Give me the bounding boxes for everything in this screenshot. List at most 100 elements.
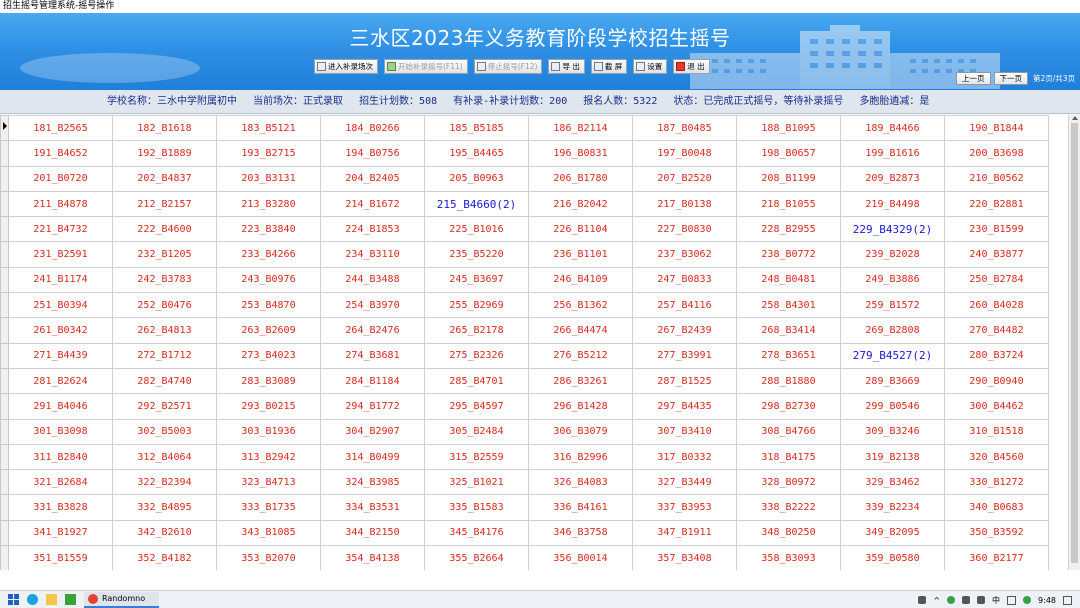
draw-result-cell[interactable]: 311_B2840	[8, 443, 113, 471]
draw-result-cell[interactable]: 242_B3783	[112, 266, 217, 294]
draw-result-cell[interactable]: 304_B2907	[320, 418, 425, 445]
draw-result-cell[interactable]: 336_B4161	[528, 494, 633, 521]
table-row[interactable]: 321_B2684 322_B2394 323_B4713 324_B3985 325_…	[0, 469, 1049, 496]
draw-result-cell[interactable]: 214_B1672	[320, 190, 425, 218]
draw-result-cell[interactable]: 345_B4176	[424, 519, 529, 547]
next-page-button[interactable]: 下一页	[993, 72, 1028, 85]
draw-result-cell[interactable]: 326_B4083	[528, 469, 633, 496]
draw-result-cell[interactable]: 356_B0014	[528, 545, 633, 570]
draw-result-cell[interactable]: 197_B0048	[632, 140, 737, 167]
draw-result-cell[interactable]: 266_B4474	[528, 317, 633, 344]
draw-result-cell[interactable]: 218_B1055	[736, 190, 841, 218]
draw-result-cell[interactable]: 182_B1618	[112, 115, 217, 142]
draw-result-cell[interactable]: 217_B0138	[632, 190, 737, 218]
draw-result-cell[interactable]: 228_B2955	[736, 216, 841, 243]
draw-result-cell[interactable]: 290_B0940	[944, 367, 1049, 395]
table-row[interactable]: 191_B4652 192_B1889 193_B2715 194_B0756 195_…	[0, 140, 1049, 167]
draw-result-cell[interactable]: 354_B4138	[320, 545, 425, 570]
draw-result-cell[interactable]: 330_B1272	[944, 469, 1049, 496]
row-selector[interactable]	[0, 342, 9, 369]
table-row[interactable]: 181_B2565 182_B1618 183_B5121 184_B0266 185_…	[0, 115, 1049, 142]
row-selector[interactable]	[0, 190, 9, 218]
table-row[interactable]: 281_B2624 282_B4740 283_B3089 284_B1184 285_…	[0, 367, 1049, 395]
draw-result-cell[interactable]: 243_B0976	[216, 266, 321, 294]
draw-result-cell[interactable]: 281_B2624	[8, 367, 113, 395]
draw-result-cell[interactable]: 278_B3651	[736, 342, 841, 369]
draw-result-cell[interactable]: 305_B2484	[424, 418, 529, 445]
draw-result-cell[interactable]: 232_B1205	[112, 241, 217, 268]
row-selector[interactable]	[0, 317, 9, 344]
draw-result-cell[interactable]: 348_B0250	[736, 519, 841, 547]
draw-result-cell[interactable]: 219_B4498	[840, 190, 945, 218]
row-selector[interactable]	[0, 241, 9, 268]
table-row[interactable]: 271_B4439 272_B1712 273_B4023 274_B3681 275_…	[0, 342, 1049, 369]
draw-result-cell[interactable]: 223_B3840	[216, 216, 321, 243]
draw-result-cell[interactable]: 309_B3246	[840, 418, 945, 445]
table-row[interactable]: 241_B1174 242_B3783 243_B0976 244_B3488 245_…	[0, 266, 1049, 294]
draw-result-cell[interactable]: 294_B1772	[320, 393, 425, 420]
row-selector[interactable]	[0, 494, 9, 521]
draw-result-cell[interactable]: 279_B4527(2)	[840, 342, 945, 369]
row-selector[interactable]	[0, 140, 9, 167]
draw-result-cell[interactable]: 212_B2157	[112, 190, 217, 218]
draw-result-cell[interactable]: 259_B1572	[840, 292, 945, 319]
draw-result-cell[interactable]: 203_B3131	[216, 165, 321, 192]
draw-result-cell[interactable]: 288_B1880	[736, 367, 841, 395]
draw-result-cell[interactable]: 331_B3828	[8, 494, 113, 521]
draw-result-cell[interactable]: 195_B4465	[424, 140, 529, 167]
draw-result-cell[interactable]: 194_B0756	[320, 140, 425, 167]
table-row[interactable]: 341_B1927 342_B2610 343_B1085 344_B2150 345_…	[0, 519, 1049, 547]
draw-result-cell[interactable]: 184_B0266	[320, 115, 425, 142]
draw-result-cell[interactable]: 295_B4597	[424, 393, 529, 420]
draw-result-cell[interactable]: 192_B1889	[112, 140, 217, 167]
draw-result-cell[interactable]: 209_B2873	[840, 165, 945, 192]
row-selector[interactable]	[0, 216, 9, 243]
draw-result-cell[interactable]: 208_B1199	[736, 165, 841, 192]
draw-result-cell[interactable]: 317_B0332	[632, 443, 737, 471]
draw-result-cell[interactable]: 333_B1735	[216, 494, 321, 521]
table-row[interactable]: 301_B3098 302_B5003 303_B1936 304_B2907 305_…	[0, 418, 1049, 445]
table-row[interactable]: 311_B2840 312_B4064 313_B2942 314_B0499 315_…	[0, 443, 1049, 471]
draw-result-cell[interactable]: 249_B3886	[840, 266, 945, 294]
draw-result-cell[interactable]: 303_B1936	[216, 418, 321, 445]
draw-result-cell[interactable]: 238_B0772	[736, 241, 841, 268]
draw-result-cell[interactable]: 224_B1853	[320, 216, 425, 243]
draw-result-cell[interactable]: 339_B2234	[840, 494, 945, 521]
draw-result-cell[interactable]: 289_B3669	[840, 367, 945, 395]
notification-icon[interactable]	[1063, 595, 1072, 605]
draw-result-cell[interactable]: 256_B1362	[528, 292, 633, 319]
draw-result-cell[interactable]: 270_B4482	[944, 317, 1049, 344]
draw-result-cell[interactable]: 237_B3062	[632, 241, 737, 268]
draw-result-cell[interactable]: 244_B3488	[320, 266, 425, 294]
draw-result-cell[interactable]: 308_B4766	[736, 418, 841, 445]
draw-result-cell[interactable]: 190_B1844	[944, 115, 1049, 142]
draw-result-cell[interactable]: 313_B2942	[216, 443, 321, 471]
draw-result-cell[interactable]: 323_B4713	[216, 469, 321, 496]
vertical-scrollbar[interactable]	[1068, 115, 1080, 570]
draw-result-cell[interactable]: 267_B2439	[632, 317, 737, 344]
draw-result-cell[interactable]: 193_B2715	[216, 140, 321, 167]
draw-result-cell[interactable]: 342_B2610	[112, 519, 217, 547]
enter-supplement-session-button[interactable]: 进入补录场次	[314, 59, 378, 74]
draw-result-cell[interactable]: 286_B3261	[528, 367, 633, 395]
draw-result-cell[interactable]: 221_B4732	[8, 216, 113, 243]
draw-result-cell[interactable]: 261_B0342	[8, 317, 113, 344]
draw-result-cell[interactable]: 198_B0657	[736, 140, 841, 167]
draw-result-cell[interactable]: 301_B3098	[8, 418, 113, 445]
row-selector[interactable]	[0, 393, 9, 420]
row-selector[interactable]	[0, 519, 9, 547]
table-row[interactable]: 231_B2591 232_B1205 233_B4266 234_B3110 235_…	[0, 241, 1049, 268]
draw-result-cell[interactable]: 255_B2969	[424, 292, 529, 319]
clock-time[interactable]: 9:48	[1038, 596, 1056, 605]
status-circle-icon[interactable]	[1023, 596, 1032, 604]
draw-result-cell[interactable]: 284_B1184	[320, 367, 425, 395]
row-selector[interactable]	[0, 292, 9, 319]
draw-result-cell[interactable]: 269_B2808	[840, 317, 945, 344]
draw-result-cell[interactable]: 222_B4600	[112, 216, 217, 243]
draw-result-cell[interactable]: 274_B3681	[320, 342, 425, 369]
table-row[interactable]: 251_B0394 252_B0476 253_B4870 254_B3970 255_…	[0, 292, 1049, 319]
draw-result-cell[interactable]: 185_B5185	[424, 115, 529, 142]
prev-page-button[interactable]: 上一页	[956, 72, 991, 85]
draw-result-cell[interactable]: 210_B0562	[944, 165, 1049, 192]
export-button[interactable]: 导 出	[548, 59, 585, 74]
